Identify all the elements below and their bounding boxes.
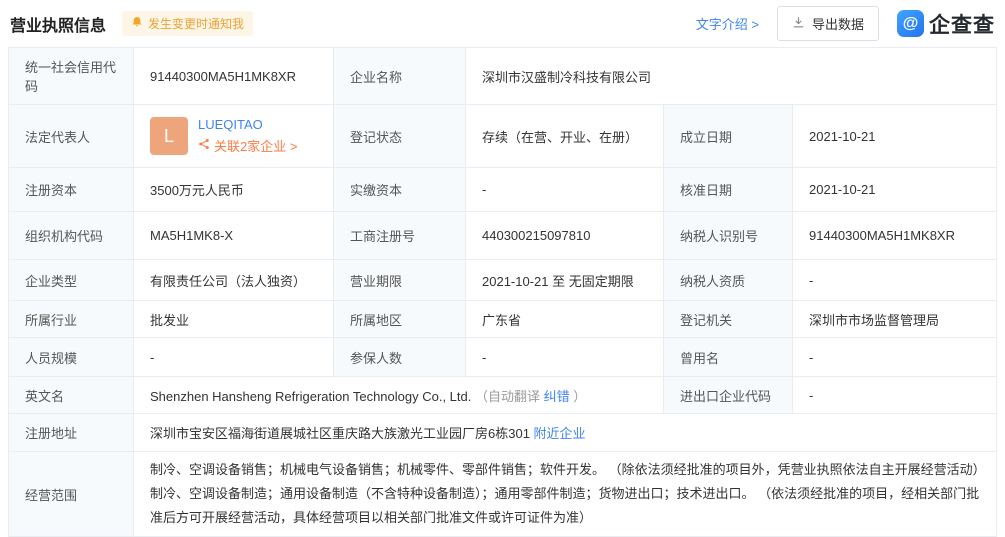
- value-taxpayer-id: 91440300MA5H1MK8XR: [793, 212, 997, 260]
- value-english-name: Shenzhen Hansheng Refrigeration Technolo…: [134, 377, 664, 414]
- label-insured-count: 参保人数: [334, 338, 466, 377]
- notify-change-badge[interactable]: 发生变更时通知我: [122, 11, 253, 36]
- label-biz-term: 营业期限: [334, 260, 466, 301]
- table-row: 组织机构代码 MA5H1MK8-X 工商注册号 440300215097810 …: [9, 212, 997, 260]
- label-approval-date: 核准日期: [664, 168, 793, 212]
- label-reg-capital: 注册资本: [9, 168, 134, 212]
- label-reg-status: 登记状态: [334, 105, 466, 168]
- header-actions: 文字介绍 > 导出数据 @ 企查查: [696, 6, 995, 41]
- auto-translate-note: （自动翻译: [475, 389, 540, 404]
- label-english-name: 英文名: [9, 377, 134, 414]
- label-industry: 所属行业: [9, 301, 134, 338]
- value-biz-scope: 制冷、空调设备销售；机械电气设备销售；机械零件、零部件销售；软件开发。 （除依法…: [134, 452, 997, 537]
- label-taxpayer-quality: 纳税人资质: [664, 260, 793, 301]
- export-data-button[interactable]: 导出数据: [777, 6, 879, 41]
- table-row: 所属行业 批发业 所属地区 广东省 登记机关 深圳市市场监督管理局: [9, 301, 997, 338]
- qichacha-logo-text: 企查查: [929, 9, 995, 39]
- legal-rep-card: L LUEQITAO 关联2家企业 >: [150, 117, 317, 155]
- value-reg-address: 深圳市宝安区福海街道展城社区重庆路大族激光工业园厂房6栋301 附近企业: [134, 414, 997, 452]
- related-companies-link[interactable]: 关联2家企业 >: [214, 136, 297, 155]
- label-established-date: 成立日期: [664, 105, 793, 168]
- table-row: 企业类型 有限责任公司（法人独资） 营业期限 2021-10-21 至 无固定期…: [9, 260, 997, 301]
- value-reg-authority: 深圳市市场监督管理局: [793, 301, 997, 338]
- value-insured-count: -: [466, 338, 664, 377]
- value-taxpayer-quality: -: [793, 260, 997, 301]
- label-region: 所属地区: [334, 301, 466, 338]
- table-row: 人员规模 - 参保人数 - 曾用名 -: [9, 338, 997, 377]
- bell-icon: [131, 16, 143, 31]
- label-paid-capital: 实缴资本: [334, 168, 466, 212]
- table-row: 统一社会信用代码 91440300MA5H1MK8XR 企业名称 深圳市汉盛制冷…: [9, 48, 997, 105]
- value-approval-date: 2021-10-21: [793, 168, 997, 212]
- table-row: 经营范围 制冷、空调设备销售；机械电气设备销售；机械零件、零部件销售；软件开发。…: [9, 452, 997, 537]
- value-paid-capital: -: [466, 168, 664, 212]
- label-biz-reg-no: 工商注册号: [334, 212, 466, 260]
- value-company-name: 深圳市汉盛制冷科技有限公司: [466, 48, 997, 105]
- value-established-date: 2021-10-21: [793, 105, 997, 168]
- label-reg-authority: 登记机关: [664, 301, 793, 338]
- reg-address-text: 深圳市宝安区福海街道展城社区重庆路大族激光工业园厂房6栋301: [150, 426, 530, 441]
- business-license-table: 统一社会信用代码 91440300MA5H1MK8XR 企业名称 深圳市汉盛制冷…: [8, 47, 997, 537]
- value-credit-code: 91440300MA5H1MK8XR: [134, 48, 334, 105]
- label-company-name: 企业名称: [334, 48, 466, 105]
- label-legal-rep: 法定代表人: [9, 105, 134, 168]
- label-staff-size: 人员规模: [9, 338, 134, 377]
- label-org-code: 组织机构代码: [9, 212, 134, 260]
- value-reg-status: 存续（在营、开业、在册）: [466, 105, 664, 168]
- value-legal-rep: L LUEQITAO 关联2家企业 >: [134, 105, 334, 168]
- section-header: 营业执照信息 发生变更时通知我 文字介绍 > 导出数据 @ 企查查: [0, 0, 1005, 47]
- table-row: 注册资本 3500万元人民币 实缴资本 - 核准日期 2021-10-21: [9, 168, 997, 212]
- table-row: 法定代表人 L LUEQITAO 关联2家企业 > 登记状态 存续（在营、开业、…: [9, 105, 997, 168]
- table-row: 注册地址 深圳市宝安区福海街道展城社区重庆路大族激光工业园厂房6栋301 附近企…: [9, 414, 997, 452]
- download-icon: [792, 16, 805, 32]
- label-former-name: 曾用名: [664, 338, 793, 377]
- export-data-label: 导出数据: [812, 14, 864, 33]
- legal-rep-name-link[interactable]: LUEQITAO: [198, 117, 297, 132]
- qichacha-logo-icon: @: [897, 10, 924, 37]
- value-former-name: -: [793, 338, 997, 377]
- notify-change-label: 发生变更时通知我: [148, 15, 244, 32]
- nearby-companies-link[interactable]: 附近企业: [534, 426, 586, 441]
- label-biz-scope: 经营范围: [9, 452, 134, 537]
- english-name-text: Shenzhen Hansheng Refrigeration Technolo…: [150, 389, 471, 404]
- value-company-type: 有限责任公司（法人独资）: [134, 260, 334, 301]
- label-company-type: 企业类型: [9, 260, 134, 301]
- value-industry: 批发业: [134, 301, 334, 338]
- value-biz-term: 2021-10-21 至 无固定期限: [466, 260, 664, 301]
- auto-translate-note-close: ）: [573, 389, 586, 404]
- text-intro-link[interactable]: 文字介绍 >: [696, 14, 759, 33]
- value-region: 广东省: [466, 301, 664, 338]
- label-reg-address: 注册地址: [9, 414, 134, 452]
- legal-rep-avatar[interactable]: L: [150, 117, 188, 155]
- value-org-code: MA5H1MK8-X: [134, 212, 334, 260]
- correct-error-link[interactable]: 纠错: [544, 389, 570, 404]
- label-credit-code: 统一社会信用代码: [9, 48, 134, 105]
- table-row: 英文名 Shenzhen Hansheng Refrigeration Tech…: [9, 377, 997, 414]
- value-reg-capital: 3500万元人民币: [134, 168, 334, 212]
- value-import-export-code: -: [793, 377, 997, 414]
- value-biz-reg-no: 440300215097810: [466, 212, 664, 260]
- value-staff-size: -: [134, 338, 334, 377]
- label-import-export-code: 进出口企业代码: [664, 377, 793, 414]
- qichacha-logo: @ 企查查: [897, 9, 995, 39]
- page-title: 营业执照信息: [10, 12, 106, 36]
- label-taxpayer-id: 纳税人识别号: [664, 212, 793, 260]
- related-companies-icon: [198, 138, 210, 153]
